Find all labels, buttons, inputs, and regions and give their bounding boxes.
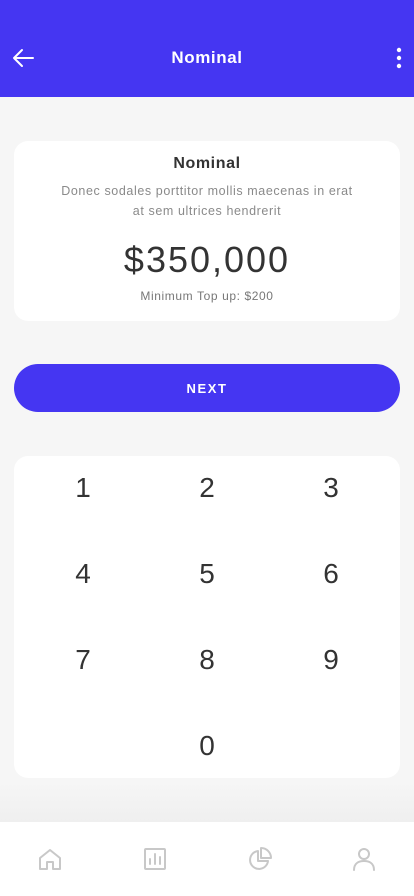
card-description: Donec sodales porttitor mollis maecenas … bbox=[61, 184, 353, 218]
key-9[interactable]: 9 bbox=[276, 628, 386, 692]
app-header: Nominal bbox=[0, 0, 414, 97]
nominal-card: Nominal Donec sodales porttitor mollis m… bbox=[14, 141, 400, 321]
back-button[interactable] bbox=[10, 45, 36, 71]
pie-chart-icon bbox=[249, 847, 272, 870]
more-vertical-icon bbox=[396, 47, 402, 69]
minimum-topup-label: Minimum Top up: $200 bbox=[140, 289, 274, 303]
more-menu-button[interactable] bbox=[392, 44, 406, 72]
key-2[interactable]: 2 bbox=[152, 456, 262, 520]
user-icon bbox=[353, 848, 375, 871]
tab-analytics[interactable] bbox=[245, 844, 275, 874]
key-4[interactable]: 4 bbox=[28, 542, 138, 606]
tab-statistics[interactable] bbox=[140, 844, 170, 874]
arrow-left-icon bbox=[13, 49, 34, 67]
bar-chart-icon bbox=[144, 848, 166, 870]
key-6[interactable]: 6 bbox=[276, 542, 386, 606]
key-3[interactable]: 3 bbox=[276, 456, 386, 520]
tab-profile[interactable] bbox=[349, 844, 379, 874]
key-0[interactable]: 0 bbox=[152, 714, 262, 778]
amount-display: $350,000 bbox=[123, 239, 291, 280]
home-icon bbox=[39, 849, 61, 870]
card-title: Nominal bbox=[173, 155, 241, 172]
key-5[interactable]: 5 bbox=[152, 542, 262, 606]
bottom-tab-bar bbox=[0, 822, 414, 896]
page-title: Nominal bbox=[171, 47, 243, 67]
key-1[interactable]: 1 bbox=[28, 456, 138, 520]
key-7[interactable]: 7 bbox=[28, 628, 138, 692]
tabbar-shadow bbox=[0, 782, 414, 822]
next-button[interactable]: NEXT bbox=[14, 364, 400, 412]
tab-home[interactable] bbox=[35, 844, 65, 874]
numeric-keypad: 1 2 3 4 5 6 7 8 9 0 bbox=[14, 456, 400, 778]
key-8[interactable]: 8 bbox=[152, 628, 262, 692]
